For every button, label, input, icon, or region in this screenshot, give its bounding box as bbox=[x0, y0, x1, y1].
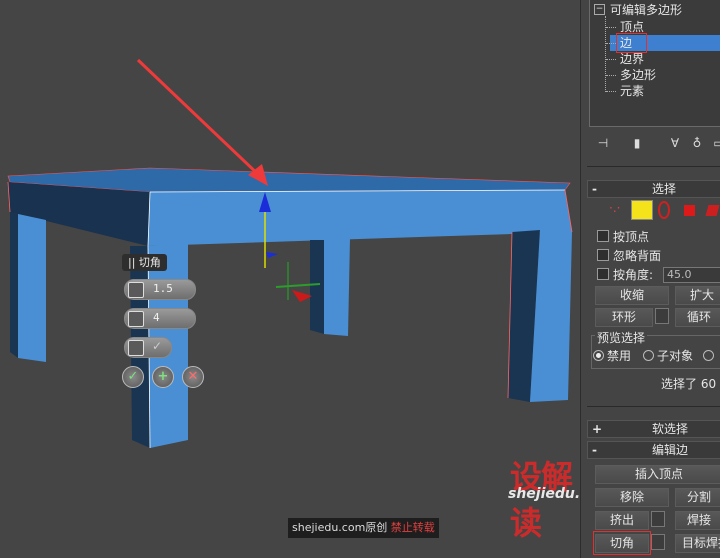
grow-button[interactable]: 扩大 bbox=[675, 286, 720, 305]
soft-selection-rollout-header[interactable]: + 软选择 bbox=[587, 420, 720, 438]
remove-modifier-icon[interactable]: ♁ bbox=[687, 134, 707, 152]
border-mode-icon[interactable] bbox=[658, 201, 670, 219]
by-angle-label: 按角度: bbox=[613, 268, 654, 282]
caddy-cancel-button[interactable]: ✕ bbox=[182, 366, 204, 388]
shrink-button[interactable]: 收缩 bbox=[595, 286, 669, 305]
rollout-plus-icon: + bbox=[592, 422, 603, 436]
edge-highlight-box bbox=[616, 33, 647, 53]
edge-mode-icon[interactable] bbox=[631, 200, 653, 220]
leg-back-left-side bbox=[10, 212, 18, 358]
open-chamfer-icon bbox=[128, 340, 144, 356]
caddy-apply-button[interactable]: + bbox=[152, 366, 174, 388]
pin-stack-icon[interactable]: ⊣ bbox=[593, 134, 613, 152]
chamfer-highlight-box bbox=[593, 531, 651, 555]
rollout-minus-icon: - bbox=[592, 443, 597, 457]
selection-rollout-header[interactable]: - 选择 bbox=[587, 180, 720, 198]
stack-toolbar: ⊣ ▮ ∀ ♁ ▭ bbox=[591, 134, 720, 154]
chamfer-amount-value[interactable]: 1.5 bbox=[153, 282, 173, 295]
angle-spinner-input[interactable]: 45.0 bbox=[663, 267, 720, 283]
preview-subobject-radio[interactable] bbox=[643, 350, 654, 361]
chamfer-amount-field[interactable]: 1.5 bbox=[124, 279, 196, 300]
rollout-minus-icon: - bbox=[592, 182, 597, 196]
stack-item-element[interactable]: 元素 bbox=[620, 83, 644, 99]
annotation-arrow bbox=[136, 58, 264, 180]
credit-warning: 禁止转载 bbox=[390, 521, 435, 534]
edit-edges-title: 编辑边 bbox=[652, 443, 689, 457]
ignore-backfacing-checkbox[interactable] bbox=[597, 249, 609, 261]
gizmo-red-handle[interactable] bbox=[292, 290, 312, 302]
split-button[interactable]: 分割 bbox=[675, 488, 720, 507]
soft-selection-title: 软选择 bbox=[652, 422, 689, 436]
edit-edges-rollout-header[interactable]: - 编辑边 bbox=[587, 441, 720, 459]
preview-selection-label: 预览选择 bbox=[595, 329, 648, 346]
check-mark-icon: ✓ bbox=[152, 339, 163, 353]
credit-prefix: shejiedu.com原创 bbox=[292, 521, 388, 534]
viewport-3d[interactable]: || 切角 1.5 4 ✓ ✓ + ✕ 设解读 shejiedu.com she… bbox=[0, 0, 580, 558]
stack-root-editable-poly[interactable]: 可编辑多边形 bbox=[610, 2, 682, 18]
chamfer-segments-value[interactable]: 4 bbox=[153, 311, 160, 324]
by-vertex-checkbox[interactable] bbox=[597, 230, 609, 242]
modifier-stack[interactable]: − 可编辑多边形 顶点 边 边界 多边形 元素 bbox=[589, 0, 720, 127]
preview-subobject-label: 子对象 bbox=[657, 349, 694, 363]
table-front-face bbox=[148, 190, 572, 246]
by-angle-checkbox[interactable] bbox=[597, 268, 609, 280]
preview-off-radio[interactable] bbox=[593, 350, 604, 361]
target-weld-button[interactable]: 目标焊接 bbox=[675, 534, 720, 553]
insert-vertex-button[interactable]: 插入顶点 bbox=[595, 465, 720, 484]
chamfer-caddy-title[interactable]: || 切角 bbox=[122, 254, 167, 271]
make-unique-icon[interactable]: ∀ bbox=[665, 134, 685, 152]
element-mode-icon[interactable] bbox=[705, 205, 720, 216]
stack-item-polygon[interactable]: 多边形 bbox=[620, 67, 656, 83]
extrude-button[interactable]: 挤出 bbox=[595, 511, 649, 530]
selection-status-text: 选择了 60 个 bbox=[661, 377, 720, 391]
ring-spinner[interactable] bbox=[655, 308, 669, 324]
collapse-icon[interactable]: − bbox=[594, 4, 605, 15]
extrude-settings-icon[interactable] bbox=[651, 511, 665, 527]
weld-button[interactable]: 焊接 bbox=[675, 511, 720, 530]
show-end-result-icon[interactable]: ▮ bbox=[627, 134, 647, 152]
segments-icon bbox=[128, 311, 144, 327]
ignore-backfacing-label: 忽略背面 bbox=[613, 249, 662, 263]
credit-banner: shejiedu.com原创 禁止转载 bbox=[288, 518, 439, 538]
remove-button[interactable]: 移除 bbox=[595, 488, 669, 507]
leg-back-right-side bbox=[310, 240, 324, 334]
chamfer-open-toggle[interactable]: ✓ bbox=[124, 337, 172, 358]
amount-icon bbox=[128, 282, 144, 298]
by-vertex-label: 按顶点 bbox=[613, 230, 650, 244]
selection-rollout-title: 选择 bbox=[652, 182, 677, 196]
loop-button[interactable]: 循环 bbox=[675, 308, 720, 327]
command-panel: − 可编辑多边形 顶点 边 边界 多边形 元素 ⊣ ▮ ∀ ♁ ▭ - 选择 ·… bbox=[580, 0, 720, 558]
leg-back-right bbox=[324, 238, 350, 336]
preview-off-label: 禁用 bbox=[607, 349, 632, 363]
leg-back-left bbox=[18, 214, 46, 362]
watermark-url: shejiedu.com bbox=[508, 486, 580, 502]
chamfer-settings-icon[interactable] bbox=[651, 534, 665, 550]
caddy-ok-button[interactable]: ✓ bbox=[122, 366, 144, 388]
table-scene bbox=[7, 58, 573, 449]
polygon-mode-icon[interactable] bbox=[684, 205, 695, 216]
vertex-mode-icon[interactable]: ·.· bbox=[609, 201, 625, 217]
preview-multi-radio[interactable] bbox=[703, 350, 714, 361]
ring-button[interactable]: 环形 bbox=[595, 308, 653, 327]
stack-item-border[interactable]: 边界 bbox=[620, 51, 644, 67]
configure-sets-icon[interactable]: ▭ bbox=[709, 134, 720, 152]
chamfer-segments-field[interactable]: 4 bbox=[124, 308, 196, 329]
